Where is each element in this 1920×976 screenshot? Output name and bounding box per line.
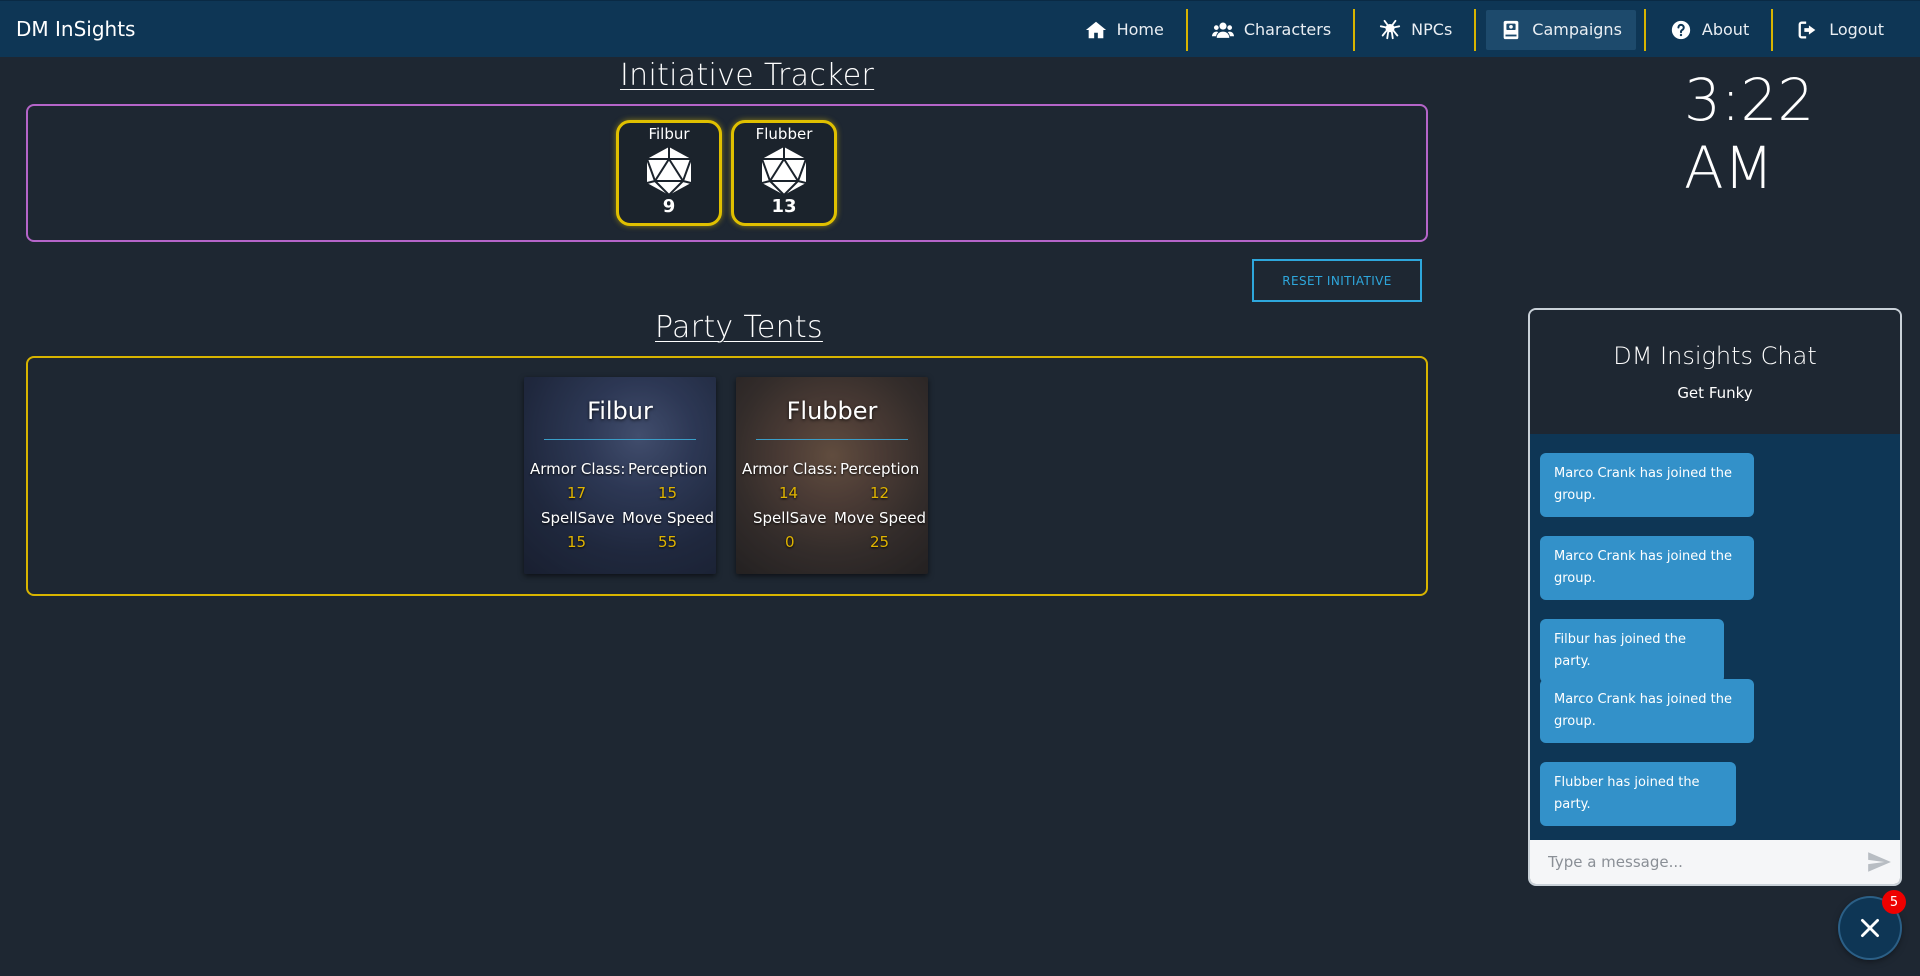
users-icon	[1211, 19, 1234, 41]
nav-about[interactable]: About	[1656, 10, 1763, 50]
d20-icon	[643, 145, 695, 197]
nav-divider	[1353, 8, 1356, 51]
chat-subtitle: Get Funky	[1677, 384, 1753, 402]
tent-card[interactable]: Flubber Armor Class: Perception 14 12 Sp…	[736, 377, 928, 574]
nav-home[interactable]: Home	[1071, 10, 1178, 50]
chat-message: Marco Crank has joined the group.	[1540, 453, 1754, 517]
move-speed-value: 55	[658, 533, 678, 551]
nav-about-label: About	[1701, 20, 1750, 39]
initiative-name: Filbur	[648, 125, 690, 143]
perception-value: 15	[658, 484, 678, 502]
armor-class-label: Armor Class:	[530, 460, 626, 478]
nav-campaigns[interactable]: Campaigns	[1486, 9, 1636, 50]
nav-divider	[1474, 8, 1477, 51]
nav-campaigns-label: Campaigns	[1532, 20, 1622, 39]
move-speed-label: Move Speed	[834, 509, 927, 527]
nav-divider	[1185, 8, 1188, 51]
chat-message: Filbur has joined the party.	[1540, 619, 1724, 683]
move-speed-label: Move Speed	[622, 509, 715, 527]
nav-npcs[interactable]: NPCs	[1365, 10, 1466, 50]
initiative-card[interactable]: Filbur 9	[616, 120, 722, 226]
chat-message: Flubber has joined the party.	[1540, 762, 1736, 826]
perception-value: 12	[870, 484, 890, 502]
chat-input-row	[1530, 840, 1900, 884]
tent-name: Flubber	[786, 397, 878, 425]
initiative-name: Flubber	[755, 125, 813, 143]
tent-name: Filbur	[587, 397, 653, 425]
logout-icon	[1797, 19, 1819, 41]
book-icon	[1500, 19, 1522, 41]
nav-divider	[1771, 8, 1774, 51]
home-icon	[1085, 19, 1107, 41]
perception-label: Perception	[628, 460, 708, 478]
nav-menu: Home Characters NPCs Campaigns About Log…	[1069, 1, 1920, 58]
divider	[544, 439, 696, 440]
initiative-tracker	[26, 104, 1428, 242]
question-icon	[1670, 19, 1692, 41]
chat-message: Marco Crank has joined the group.	[1540, 536, 1754, 600]
brand-title[interactable]: DM InSights	[16, 17, 135, 41]
spellsave-value: 15	[567, 533, 587, 551]
notification-badge: 5	[1882, 890, 1906, 914]
chat-message: Marco Crank has joined the group.	[1540, 679, 1754, 743]
party-tents	[26, 356, 1428, 596]
send-button[interactable]	[1858, 840, 1900, 884]
initiative-value: 13	[771, 196, 797, 217]
chat-panel: DM Insights Chat Get Funky Marco Crank h…	[1528, 308, 1902, 886]
nav-characters[interactable]: Characters	[1198, 10, 1345, 50]
send-icon	[1868, 852, 1891, 872]
close-icon	[1861, 919, 1879, 937]
divider	[756, 439, 908, 440]
nav-characters-label: Characters	[1243, 20, 1332, 39]
navbar: DM InSights Home Characters NPCs Campaig…	[0, 0, 1920, 57]
nav-logout[interactable]: Logout	[1783, 10, 1898, 50]
chat-title: DM Insights Chat	[1613, 342, 1817, 370]
spellsave-label: SpellSave	[753, 509, 827, 527]
tent-card[interactable]: Filbur Armor Class: Perception 17 15 Spe…	[524, 377, 716, 574]
initiative-title: Initiative Tracker	[620, 58, 875, 93]
npc-icon	[1379, 19, 1401, 41]
reset-initiative-button[interactable]: RESET INITIATIVE	[1252, 259, 1422, 302]
chat-message-input[interactable]	[1530, 840, 1858, 884]
d20-icon	[758, 145, 810, 197]
spellsave-value: 0	[785, 533, 795, 551]
armor-class-label: Armor Class:	[742, 460, 838, 478]
initiative-card[interactable]: Flubber 13	[731, 120, 837, 226]
initiative-value: 9	[662, 196, 676, 217]
nav-home-label: Home	[1116, 20, 1164, 39]
party-tents-title: Party Tents	[655, 310, 823, 345]
armor-class-value: 17	[567, 484, 587, 502]
armor-class-value: 14	[779, 484, 799, 502]
chat-messages[interactable]: Marco Crank has joined the group. Marco …	[1530, 434, 1900, 844]
nav-npcs-label: NPCs	[1411, 20, 1453, 39]
nav-divider	[1643, 8, 1646, 51]
spellsave-label: SpellSave	[541, 509, 615, 527]
move-speed-value: 25	[870, 533, 890, 551]
chat-header: DM Insights Chat Get Funky	[1530, 310, 1900, 434]
clock: 3:22 AM	[1684, 66, 1815, 202]
perception-label: Perception	[840, 460, 920, 478]
nav-logout-label: Logout	[1829, 20, 1884, 39]
